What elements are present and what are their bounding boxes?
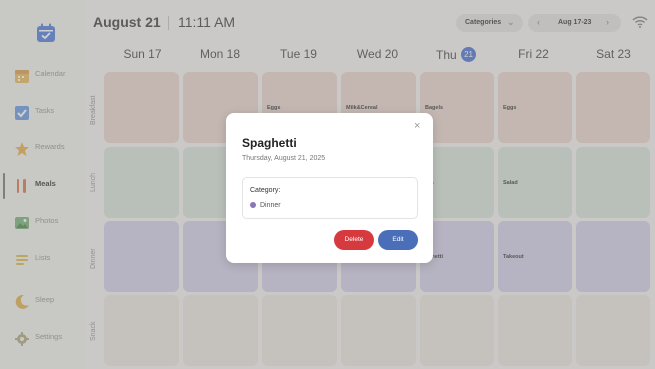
meal-detail-dialog: × Spaghetti Thursday, August 21, 2025 Ca…	[226, 113, 433, 263]
category-value-text: Dinner	[260, 202, 281, 209]
category-label: Category:	[250, 187, 281, 194]
app: Calendar Tasks Rewards Meals Photos List…	[0, 0, 655, 369]
delete-button[interactable]: Delete	[334, 230, 374, 250]
edit-button[interactable]: Edit	[378, 230, 418, 250]
dialog-date: Thursday, August 21, 2025	[242, 155, 326, 162]
category-value: Dinner	[250, 202, 281, 209]
category-box: Category: Dinner	[242, 177, 418, 219]
category-dot-icon	[250, 202, 256, 208]
dialog-title: Spaghetti	[242, 136, 297, 150]
close-icon[interactable]: ×	[414, 120, 420, 132]
